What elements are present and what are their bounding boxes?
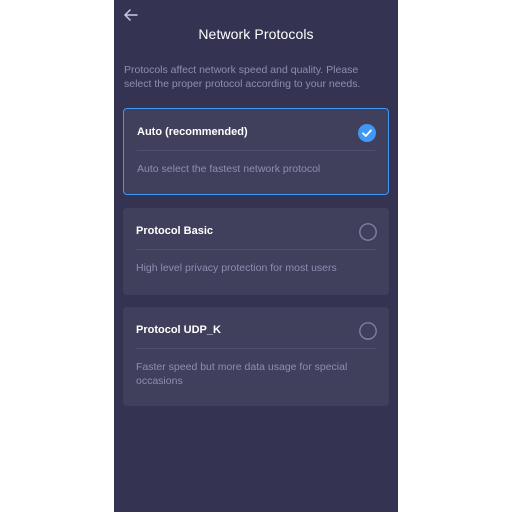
arrow-left-icon[interactable]	[122, 6, 140, 24]
page-title: Network Protocols	[198, 26, 314, 42]
checkmark-circle-icon[interactable]	[358, 124, 376, 142]
protocol-option-udp-k[interactable]: Protocol UDP_K Faster speed but more dat…	[123, 307, 389, 406]
network-protocols-screen: Network Protocols Protocols affect netwo…	[114, 0, 398, 512]
protocol-option-auto[interactable]: Auto (recommended) Auto select the faste…	[123, 108, 389, 195]
protocol-description: Faster speed but more data usage for spe…	[136, 361, 348, 387]
radio-unselected-icon[interactable]	[359, 223, 377, 241]
divider	[137, 150, 375, 151]
divider	[136, 348, 376, 349]
protocol-description: Auto select the fastest network protocol	[137, 163, 321, 175]
protocol-description: High level privacy protection for most u…	[136, 262, 337, 274]
page-description: Protocols affect network speed and quali…	[124, 64, 361, 90]
protocol-option-basic[interactable]: Protocol Basic High level privacy protec…	[123, 208, 389, 295]
divider	[136, 249, 376, 250]
protocol-name: Auto (recommended)	[137, 126, 248, 138]
protocol-name: Protocol UDP_K	[136, 324, 221, 336]
protocol-name: Protocol Basic	[136, 225, 214, 237]
radio-unselected-icon[interactable]	[359, 322, 377, 340]
